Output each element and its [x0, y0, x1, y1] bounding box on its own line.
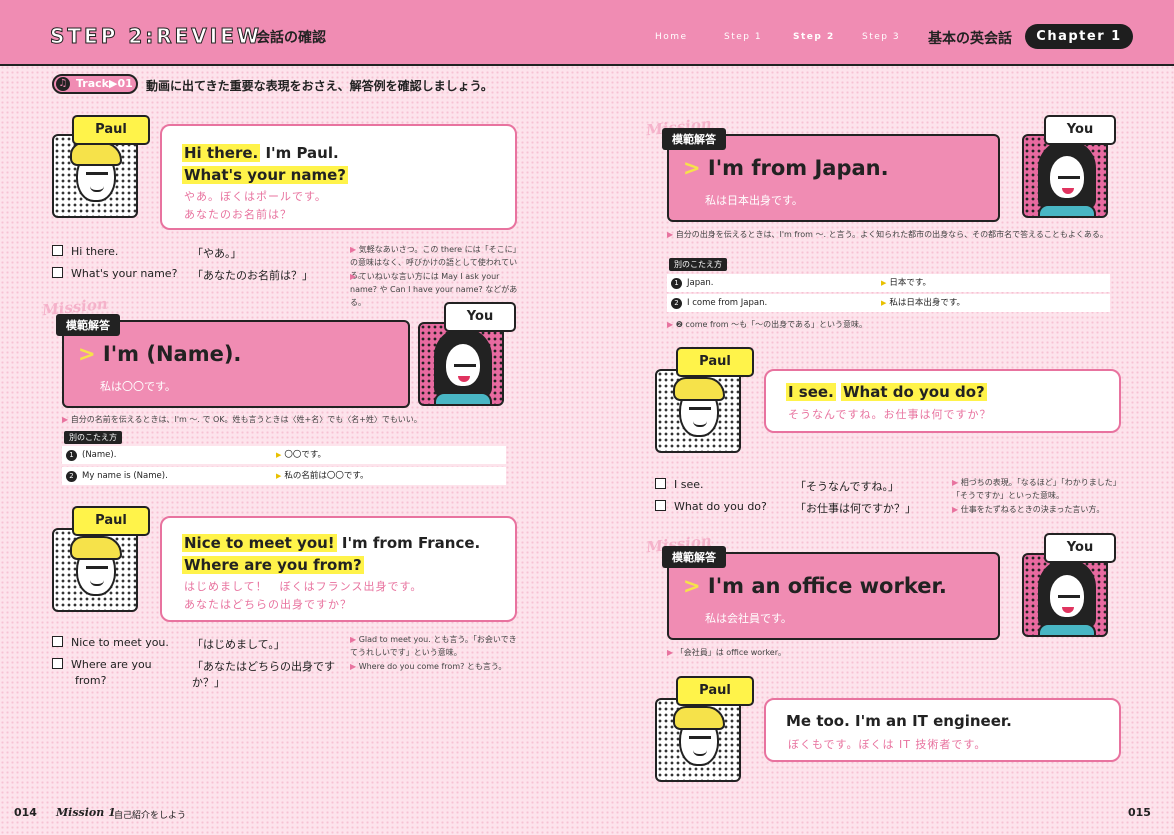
topic-title: 基本の英会話	[928, 31, 1012, 47]
checklist-item[interactable]: Where are you	[52, 658, 152, 671]
speaker-tag-you: You	[1044, 533, 1116, 563]
section-title: STEP 2:REVIEW	[50, 24, 262, 49]
music-note-icon: ♫	[56, 77, 70, 91]
speaker-tag-you: You	[444, 302, 516, 332]
note: ▶ 仕事をたずねるときの決まった言い方。	[952, 505, 1105, 514]
alt-answer-row: 1 Japan. ▶ 日本です。	[667, 274, 1110, 292]
speaker-tag-you: You	[1044, 115, 1116, 145]
checklist-item[interactable]: What do you do?	[655, 500, 767, 513]
speaker-tag-paul: Paul	[72, 506, 150, 536]
nav-step-3[interactable]: Step 3	[862, 32, 900, 42]
model-answer-label: 模範解答	[56, 314, 120, 336]
alt-answer-row: 1 (Name). ▶ 〇〇です。	[62, 446, 506, 464]
note: ▶ Where do you come from? とも言う。	[350, 662, 507, 671]
checklist-meaning-cont: か？」	[192, 676, 225, 689]
footer-mission: Mission 1	[56, 806, 116, 819]
nav-home[interactable]: Home	[655, 32, 688, 42]
page-number-left: 014	[14, 806, 37, 819]
paul-avatar	[655, 698, 741, 782]
chevron-right-icon: >	[683, 156, 701, 180]
page-number-right: 015	[1128, 806, 1151, 819]
note: ▶ 自分の名前を伝えるときは、I'm ～. で OK。姓も言うときは〈姓+名〉で…	[62, 415, 422, 424]
checklist-meaning: 「あなたはどちらの出身です	[192, 660, 335, 673]
checklist-meaning: 「お仕事は何ですか？」	[795, 502, 916, 515]
speech-bubble: I see. What do you do? そうなんですね。お仕事は何ですか？	[764, 369, 1121, 433]
answer-text: I'm (Name).	[102, 342, 242, 366]
paul-hair	[70, 142, 122, 166]
nav-step-1[interactable]: Step 1	[724, 32, 762, 42]
checkbox[interactable]	[655, 500, 666, 511]
paul-avatar	[52, 134, 138, 218]
checklist-meaning: 「やあ。」	[192, 247, 242, 260]
paul-avatar	[655, 369, 741, 453]
phrase-text: I'm Paul.	[260, 144, 339, 162]
footer-title: 自己紹介をしよう	[114, 811, 187, 821]
alt-answer-row: 2I come from Japan. ▶ 私は日本出身です。	[667, 294, 1110, 312]
note: ▶ ❷ come from ～も「～の出身である」という意味。	[667, 320, 868, 329]
track-label: Track▶01	[76, 77, 133, 90]
model-answer-label: 模範解答	[662, 546, 726, 568]
note: ▶ 「会社員」は office worker。	[667, 648, 787, 657]
phrase-highlight: What's your name?	[182, 166, 348, 184]
audio-track-button[interactable]: ♫ Track▶01	[52, 74, 138, 94]
speech-bubble: Me too. I'm an IT engineer. ぼくもです。ぼくは IT…	[764, 698, 1121, 762]
speech-bubble: Nice to meet you! I'm from France. Where…	[160, 516, 517, 622]
alt-answer-label: 別のこたえ方	[669, 258, 727, 271]
translation: あなたのお名前は？	[184, 208, 292, 221]
you-avatar	[1022, 134, 1108, 218]
you-avatar	[1022, 553, 1108, 637]
alt-answer-label: 別のこたえ方	[64, 431, 122, 444]
checklist-item[interactable]: Hi there.	[52, 245, 118, 258]
section-subtitle: 会話の確認	[256, 30, 326, 46]
translation: やあ。ぼくはポールです。	[184, 190, 327, 203]
chevron-right-icon: >	[78, 342, 96, 366]
checkbox[interactable]	[52, 267, 63, 278]
intro-text: 動画に出てきた重要な表現をおさえ、解答例を確認しましょう。	[146, 79, 493, 93]
speech-bubble: Hi there. I'm Paul. What's your name? やあ…	[160, 124, 517, 230]
chevron-right-icon: >	[683, 574, 701, 598]
checkbox[interactable]	[52, 245, 63, 256]
checklist-item[interactable]: Nice to meet you.	[52, 636, 169, 649]
checkbox[interactable]	[52, 636, 63, 647]
answer-translation: 私は〇〇です。	[100, 380, 176, 393]
model-answer-label: 模範解答	[662, 128, 726, 150]
you-avatar	[418, 322, 504, 406]
speaker-tag-paul: Paul	[72, 115, 150, 145]
checklist-meaning: 「あなたのお名前は？」	[192, 269, 313, 282]
speaker-tag-paul: Paul	[676, 347, 754, 377]
nav-step-2[interactable]: Step 2	[793, 32, 835, 42]
checklist-item[interactable]: I see.	[655, 478, 704, 491]
checklist-meaning: 「はじめまして。」	[192, 638, 285, 651]
checkbox[interactable]	[655, 478, 666, 489]
checkbox[interactable]	[52, 658, 63, 669]
paul-avatar	[52, 528, 138, 612]
checklist-item[interactable]: What's your name?	[52, 267, 177, 280]
chapter-badge: Chapter 1	[1025, 24, 1133, 49]
alt-answer-row: 2 My name is (Name). ▶ 私の名前は〇〇です。	[62, 467, 506, 485]
phrase-highlight: Hi there.	[182, 144, 261, 162]
speaker-tag-paul: Paul	[676, 676, 754, 706]
note: ▶ 自分の出身を伝えるときは、I'm from ～. と言う。よく知られた都市の…	[667, 230, 1108, 239]
note: ▶ Glad to meet you. とも言う。「お会いできてうれしいです」と…	[350, 635, 517, 657]
checklist-meaning: 「そうなんですね。」	[795, 480, 899, 493]
checklist-item-cont: from?	[75, 674, 107, 687]
note: ▶ 相づちの表現。「なるほど」「わかりました」「そうですか」といった意味。	[952, 478, 1121, 500]
